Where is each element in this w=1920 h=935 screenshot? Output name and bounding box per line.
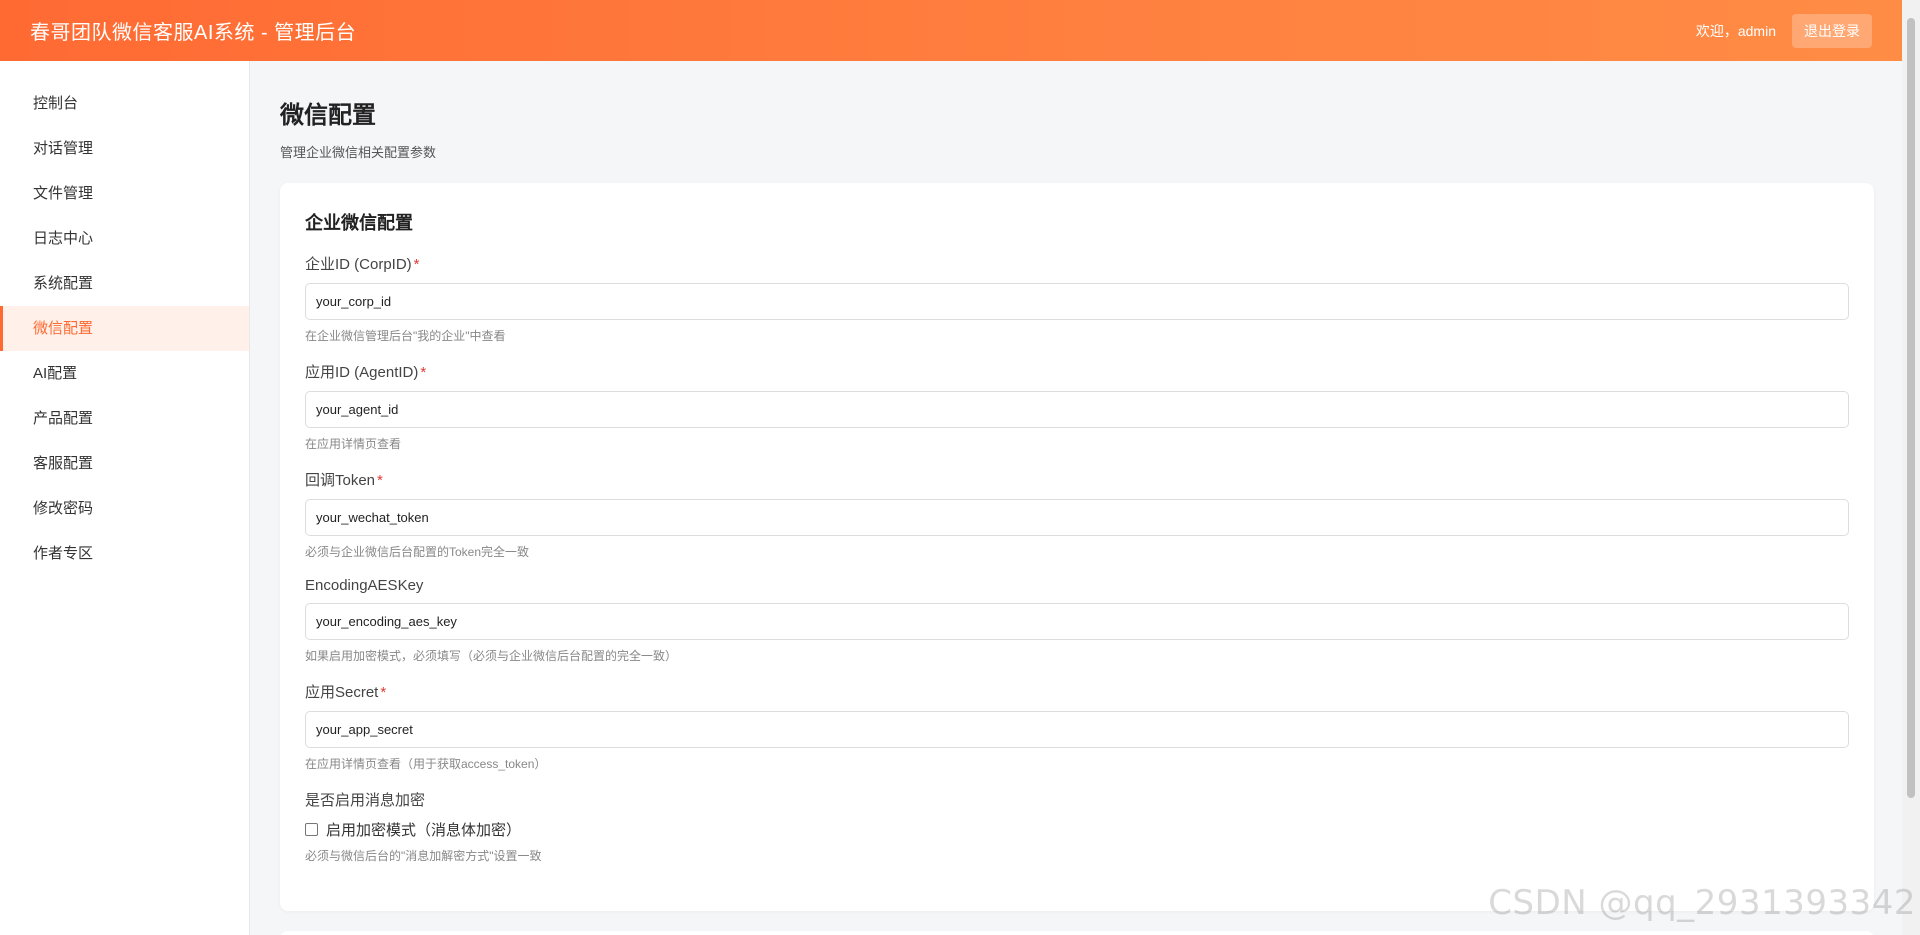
wechat-config-card: 企业微信配置 企业ID (CorpID)* 在企业微信管理后台"我的企业"中查看… bbox=[280, 183, 1874, 911]
agent-id-help: 在应用详情页查看 bbox=[305, 437, 402, 451]
app-secret-label: 应用Secret * bbox=[305, 681, 1849, 702]
encryption-label: 是否启用消息加密 bbox=[305, 792, 426, 809]
app-secret-help: 在应用详情页查看（用于获取access_token） bbox=[305, 757, 547, 771]
corp-id-help: 在企业微信管理后台"我的企业"中查看 bbox=[305, 329, 506, 343]
user-area: 欢迎，admin 退出登录 bbox=[1695, 13, 1872, 48]
corp-id-input[interactable] bbox=[305, 283, 1849, 320]
encryption-field: 是否启用消息加密 启用加密模式（消息体加密） 必须与微信后台的"消息加解密方式"… bbox=[305, 789, 1849, 864]
corp-id-label: 企业ID (CorpID) * bbox=[305, 253, 1849, 274]
sidebar-item-dashboard[interactable]: 控制台 bbox=[0, 81, 249, 126]
app-secret-field: 应用Secret* 在应用详情页查看（用于获取access_token） bbox=[305, 681, 1849, 772]
agent-id-field: 应用ID (AgentID)* 在应用详情页查看 bbox=[305, 361, 1849, 452]
app-secret-input[interactable] bbox=[305, 711, 1849, 748]
required-marker: * bbox=[420, 364, 427, 381]
aes-key-input[interactable] bbox=[305, 603, 1849, 640]
corp-id-label-text: 企业ID (CorpID) bbox=[305, 256, 412, 273]
sidebar-item-wechat-config[interactable]: 微信配置 bbox=[0, 306, 249, 351]
aes-key-label-text: EncodingAESKey bbox=[305, 577, 424, 594]
required-marker: * bbox=[380, 684, 387, 701]
token-help: 必须与企业微信后台配置的Token完全一致 bbox=[305, 545, 530, 559]
sidebar: 控制台 对话管理 文件管理 日志中心 系统配置 微信配置 AI配置 产品配置 客… bbox=[0, 61, 250, 935]
logout-button[interactable]: 退出登录 bbox=[1792, 13, 1872, 48]
sidebar-item-logs[interactable]: 日志中心 bbox=[0, 216, 249, 261]
corp-id-field: 企业ID (CorpID)* 在企业微信管理后台"我的企业"中查看 bbox=[305, 253, 1849, 344]
app-secret-label-text: 应用Secret bbox=[305, 684, 379, 701]
card-title: 企业微信配置 bbox=[305, 213, 413, 233]
agent-id-label: 应用ID (AgentID) * bbox=[305, 361, 1849, 382]
sidebar-item-change-password[interactable]: 修改密码 bbox=[0, 486, 249, 531]
main-content: 微信配置 管理企业微信相关配置参数 企业微信配置 企业ID (CorpID) * … bbox=[250, 61, 1902, 935]
sidebar-item-files[interactable]: 文件管理 bbox=[0, 171, 249, 216]
page-subtitle: 管理企业微信相关配置参数 bbox=[280, 145, 437, 160]
sidebar-item-ai-config[interactable]: AI配置 bbox=[0, 351, 249, 396]
app-title: 春哥团队微信客服AI系统 - 管理后台 bbox=[30, 22, 357, 44]
aes-key-help: 如果启用加密模式，必须填写（必须与企业微信后台配置的完全一致） bbox=[305, 649, 678, 663]
page-title: 微信配置 bbox=[280, 102, 376, 129]
next-card-edge bbox=[280, 931, 1874, 935]
aes-key-field: EncodingAESKey 如果启用加密模式，必须填写（必须与企业微信后台配置… bbox=[305, 577, 1849, 664]
sidebar-item-system-config[interactable]: 系统配置 bbox=[0, 261, 249, 306]
required-marker: * bbox=[413, 256, 420, 273]
agent-id-label-text: 应用ID (AgentID) bbox=[305, 364, 419, 381]
token-label: 回调Token * bbox=[305, 469, 1849, 490]
agent-id-input[interactable] bbox=[305, 391, 1849, 428]
sidebar-item-product-config[interactable]: 产品配置 bbox=[0, 396, 249, 441]
scrollbar-thumb[interactable] bbox=[1907, 18, 1915, 798]
sidebar-item-author-zone[interactable]: 作者专区 bbox=[0, 531, 249, 576]
aes-key-label: EncodingAESKey bbox=[305, 577, 1849, 594]
welcome-text: 欢迎，admin bbox=[1695, 22, 1776, 39]
vertical-scrollbar[interactable] bbox=[1902, 0, 1920, 935]
watermark: CSDN @qq_2931393342 bbox=[1488, 883, 1916, 923]
encryption-checkbox-label[interactable]: 启用加密模式（消息体加密） bbox=[326, 819, 521, 840]
top-header: 春哥团队微信客服AI系统 - 管理后台 欢迎，admin 退出登录 bbox=[0, 0, 1902, 61]
encryption-help: 必须与微信后台的"消息加解密方式"设置一致 bbox=[305, 849, 542, 863]
token-label-text: 回调Token bbox=[305, 472, 376, 489]
token-field: 回调Token* 必须与企业微信后台配置的Token完全一致 bbox=[305, 469, 1849, 560]
token-input[interactable] bbox=[305, 499, 1849, 536]
sidebar-item-conversations[interactable]: 对话管理 bbox=[0, 126, 249, 171]
sidebar-item-service-config[interactable]: 客服配置 bbox=[0, 441, 249, 486]
encryption-checkbox[interactable] bbox=[305, 823, 318, 836]
encryption-checkbox-row[interactable]: 启用加密模式（消息体加密） bbox=[305, 819, 1849, 840]
required-marker: * bbox=[377, 472, 383, 489]
